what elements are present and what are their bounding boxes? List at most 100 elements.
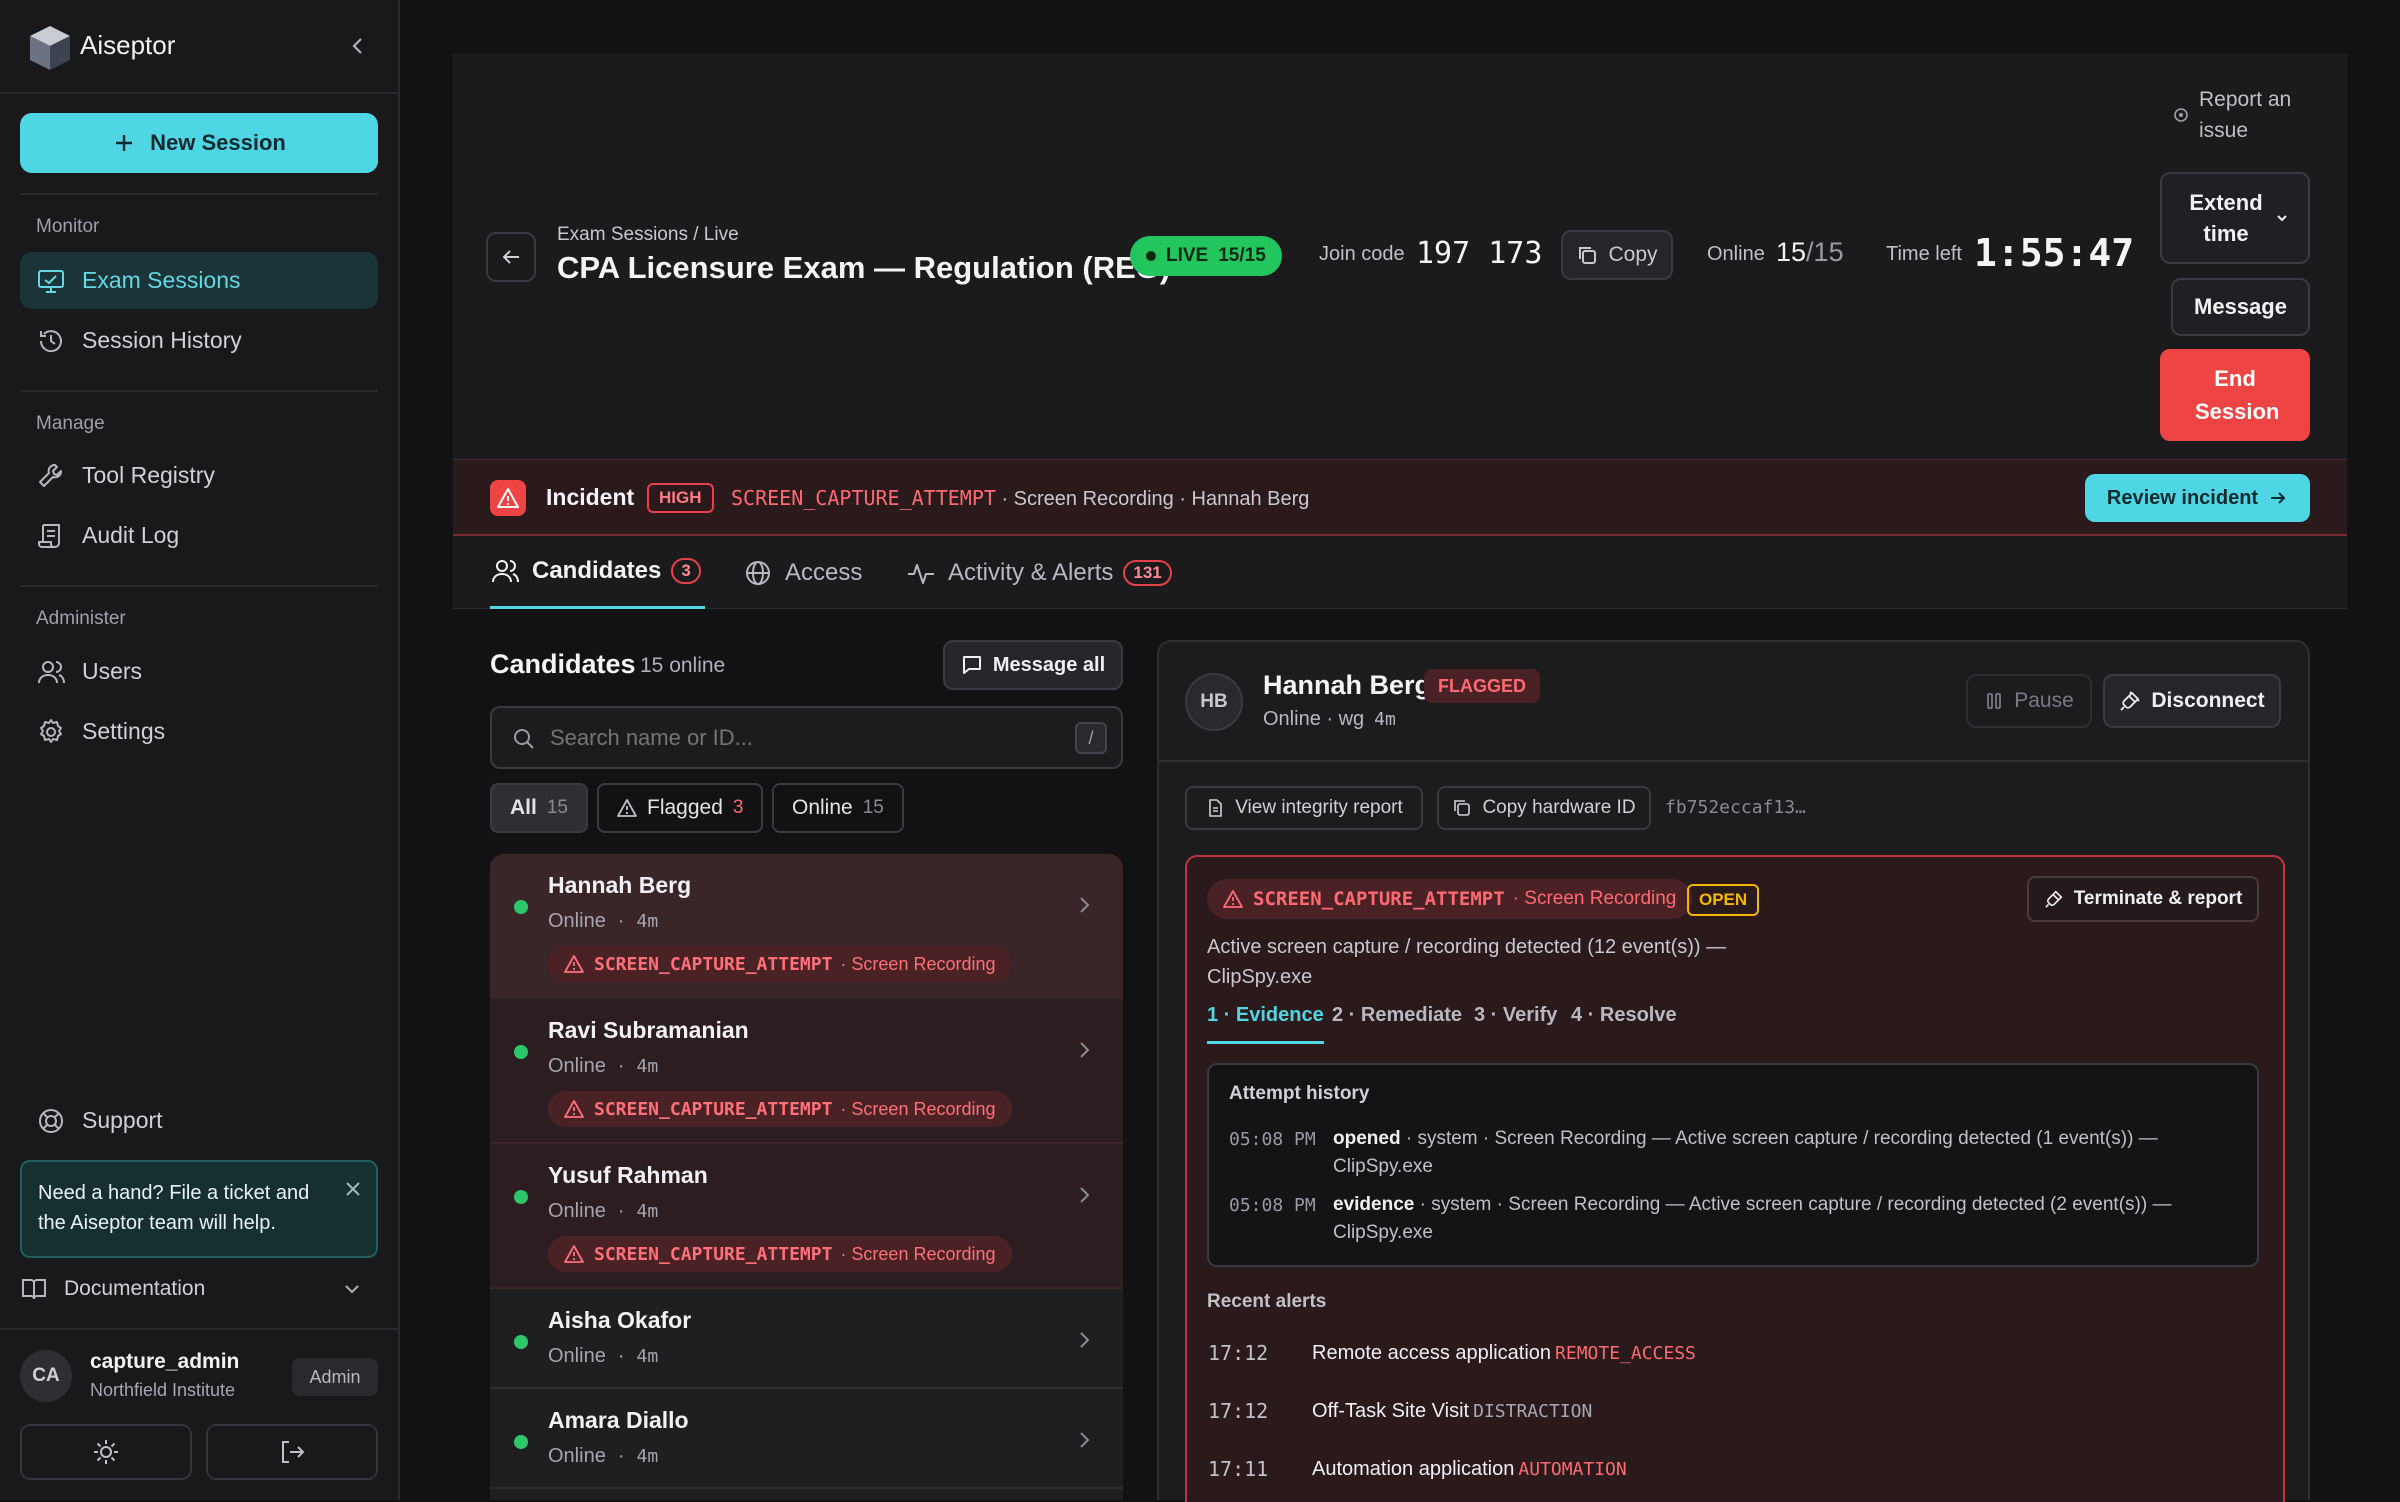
candidate-detail: HB Hannah Berg FLAGGED Online · wg 4m Pau… [1157,640,2310,1502]
chevron-down-icon [2275,211,2289,225]
step-resolve[interactable]: 4 · Resolve [1571,1004,1677,1027]
tab-activity-alerts[interactable]: Activity & Alerts 131 [906,536,1172,609]
case-status-badge: OPEN [1687,884,1760,916]
sidebar-item-tool-registry[interactable]: Tool Registry [20,447,378,504]
collapse-sidebar-icon[interactable] [346,34,370,58]
sidebar-item-exam-sessions[interactable]: Exam Sessions [20,252,378,309]
list-item[interactable]: Hannah Berg Online · 4m SCREEN_CAPTURE_ATT… [490,854,1123,999]
documentation-toggle[interactable]: Documentation [20,1268,378,1310]
breadcrumb[interactable]: Exam Sessions / Live [557,224,739,246]
incident-banner: Incident HIGH SCREEN_CAPTURE_ATTEMPT · S… [453,459,2347,536]
online-dot [514,1335,528,1349]
activity-icon [906,558,936,588]
sidebar-item-users[interactable]: Users [20,643,378,700]
recent-alert-row[interactable]: 17:12 Off-Task Site Visit DISTRACTION [1208,1399,1592,1423]
new-session-button[interactable]: New Session [20,113,378,173]
review-incident-button[interactable]: Review incident [2085,474,2310,522]
help-text: Need a hand? File a ticket and the Aisep… [38,1182,310,1234]
warning-icon [564,1099,584,1119]
help-callout: Need a hand? File a ticket and the Aisep… [20,1160,378,1258]
avatar[interactable]: CA [20,1350,72,1402]
sun-icon [92,1438,120,1466]
close-icon[interactable] [344,1180,362,1198]
history-time: 05:08 PM [1229,1195,1316,1216]
step-evidence[interactable]: 1 · Evidence [1207,1004,1324,1044]
time-left-label: Time left [1886,243,1962,265]
list-item[interactable]: Aisha Okafor Online · 4m [490,1289,1123,1389]
divider [20,193,378,195]
join-code: 197 173 [1416,236,1543,271]
hardware-id: fb752eccaf13… [1665,797,1806,818]
recent-alert-row[interactable]: 17:11 Automation application AUTOMATION [1208,1457,1627,1481]
sidebar-item-audit-log[interactable]: Audit Log [20,507,378,564]
sidebar-item-session-history[interactable]: Session History [20,312,378,369]
view-integrity-report-button[interactable]: View integrity report [1185,786,1423,830]
message-all-button[interactable]: Message all [943,640,1123,690]
divider [20,585,378,587]
filter-flagged[interactable]: Flagged 3 [597,783,764,833]
unplug-icon [2119,690,2141,712]
divider [0,1328,400,1330]
copy-hardware-id-button[interactable]: Copy hardware ID [1437,786,1651,830]
logout-button[interactable] [206,1424,378,1480]
pause-button[interactable]: Pause [1966,674,2092,728]
sidebar: Aiseptor New Session Monitor Exam Sessio… [0,0,400,1500]
filter-online[interactable]: Online 15 [772,783,904,833]
app-name: Aiseptor [80,30,176,60]
lifebuoy-icon [36,1106,66,1136]
history-time: 05:08 PM [1229,1129,1316,1150]
online-count: 15/15 [1776,237,1844,267]
sidebar-item-settings[interactable]: Settings [20,703,378,760]
users-icon [36,657,66,687]
chevron-right-icon [1073,1037,1095,1063]
step-remediate[interactable]: 2 · Remediate [1332,1004,1462,1027]
candidate-search: / [490,706,1123,769]
copy-join-code-button[interactable]: Copy [1561,230,1673,280]
terminate-report-button[interactable]: Terminate & report [2027,876,2259,922]
report-issue-link[interactable]: Report an issue [2173,83,2323,147]
filter-all[interactable]: All 15 [490,783,588,833]
case-alert-chip: SCREEN_CAPTURE_ATTEMPT · Screen Recordin… [1207,879,1693,919]
role-badge: Admin [292,1358,378,1396]
search-icon [512,727,536,751]
online-dot [514,1190,528,1204]
time-left: 1:55:47 [1974,231,2135,275]
aiseptor-logo-icon [28,24,72,72]
candidate-status: Online · wg 4m [1263,708,1396,730]
section-administer: Administer [36,608,126,629]
history-entry: evidence · system · Screen Recording — A… [1333,1194,2172,1243]
target-icon [2173,107,2189,123]
live-badge: LIVE 15/15 [1130,236,1282,276]
copy-icon [1452,798,1472,818]
extend-time-button[interactable]: Extend time [2160,172,2310,264]
chevron-right-icon [1073,1427,1095,1453]
file-icon [1205,798,1225,818]
divider [20,390,378,392]
warning-icon [564,954,584,974]
monitor-icon [36,266,66,296]
chevron-right-icon [1073,892,1095,918]
tab-access[interactable]: Access [743,536,862,609]
recent-alert-row[interactable]: 17:12 Remote access application REMOTE_A… [1208,1341,1696,1365]
arrow-left-icon [499,245,523,269]
list-item[interactable]: Ravi Subramanian Online · 4m SCREEN_CAPTUR… [490,999,1123,1144]
case-description: Active screen capture / recording detect… [1207,936,1727,988]
sidebar-item-support[interactable]: Support [20,1092,378,1149]
list-item[interactable]: Amara Diallo Online · 4m [490,1389,1123,1489]
wrench-icon [36,461,66,491]
disconnect-button[interactable]: Disconnect [2103,674,2281,728]
session-header: Exam Sessions / Live CPA Licensure Exam … [453,53,2347,459]
pause-icon [1984,691,2004,711]
severity-badge: HIGH [647,483,714,513]
step-verify[interactable]: 3 · Verify [1474,1004,1557,1027]
tab-candidates[interactable]: Candidates 3 [490,536,705,609]
scroll-icon [36,521,66,551]
theme-toggle-button[interactable] [20,1424,192,1480]
message-button[interactable]: Message [2171,278,2310,336]
search-input[interactable] [550,718,1030,758]
join-code-label: Join code [1319,243,1405,265]
chat-icon [961,654,983,676]
list-item[interactable]: Yusuf Rahman Online · 4m SCREEN_CAPTURE_AT… [490,1144,1123,1289]
end-session-button[interactable]: End Session [2160,349,2310,441]
back-button[interactable] [486,232,536,282]
